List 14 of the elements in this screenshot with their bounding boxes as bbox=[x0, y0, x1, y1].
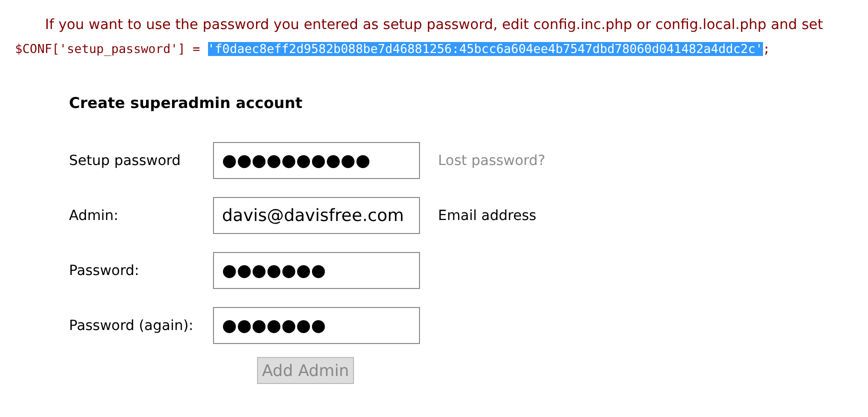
field-hint: Email address bbox=[438, 208, 536, 224]
field-label: Password (again): bbox=[69, 318, 194, 334]
field-label: Password: bbox=[69, 262, 140, 278]
input-field[interactable]: ●●●●●●● bbox=[213, 252, 420, 289]
setup-password-notice: If you want to use the password you entered as setup password, edit config.inc.php or config.local.php and set bbox=[44, 17, 824, 33]
config-code: $CONF['setup_password'] = bbox=[15, 42, 202, 56]
input-field[interactable]: ●●●●●●●●●● bbox=[213, 142, 420, 179]
form-title: Create superadmin account bbox=[69, 94, 304, 112]
input-field[interactable]: davis@davisfree.com bbox=[213, 197, 420, 234]
input-field[interactable]: ●●●●●●● bbox=[213, 307, 420, 344]
semicolon: ; bbox=[762, 42, 770, 56]
field-label: Setup password bbox=[69, 152, 182, 168]
password-hash: 'f0daec8eff2d9582b088be7d46881256:45bcc6a604ee4b7547dbd78060d041482a4ddc2c' bbox=[208, 42, 763, 56]
field-label: Admin: bbox=[69, 208, 120, 224]
